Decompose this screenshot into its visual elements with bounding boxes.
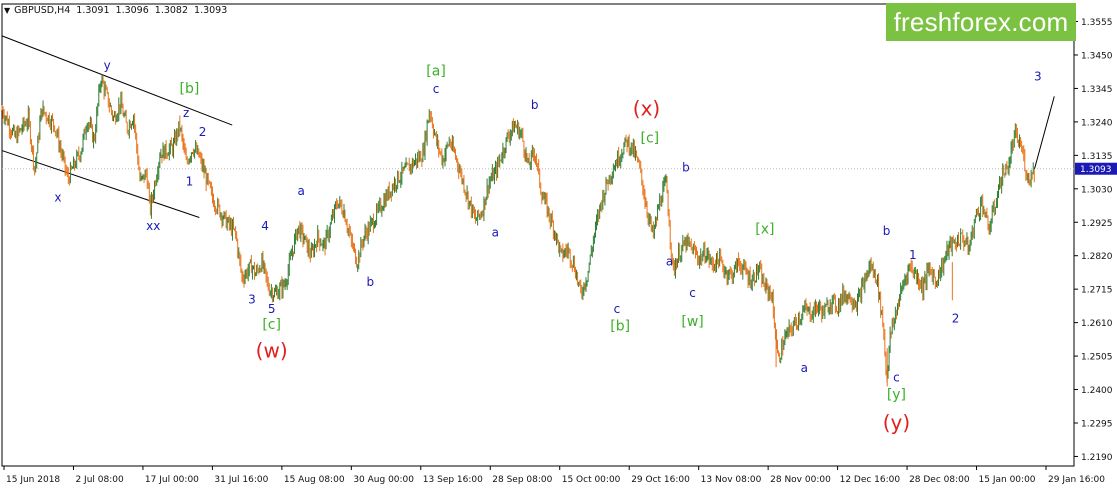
y-tick-label: 1.3345 <box>1081 85 1113 95</box>
wave-label: 5 <box>268 302 276 316</box>
wave-label: [c] <box>262 317 281 333</box>
wave-label: (w) <box>256 339 288 363</box>
wave-label: [w] <box>681 314 703 330</box>
y-tick-label: 1.2820 <box>1081 252 1113 262</box>
current-price-label: 1.3093 <box>1080 165 1112 175</box>
y-tick-label: 1.2715 <box>1081 286 1113 296</box>
wave-label: [b] <box>180 81 200 97</box>
dropdown-triangle-icon[interactable]: ▼ <box>4 6 10 15</box>
wave-label: c <box>433 82 440 96</box>
x-tick-label: 28 Sep 08:00 <box>492 475 552 485</box>
y-tick-label: 1.3240 <box>1081 118 1113 128</box>
y-tick-label: 1.2610 <box>1081 319 1113 329</box>
y-tick-label: 1.3135 <box>1081 152 1113 162</box>
open-value: 1.3091 <box>76 5 110 16</box>
wave-label: 1 <box>186 175 194 189</box>
y-tick-label: 1.2190 <box>1081 453 1113 463</box>
wave-label: x <box>54 191 61 205</box>
wave-label: (y) <box>883 410 910 434</box>
x-tick-label: 2 Jul 08:00 <box>75 475 124 485</box>
x-tick-label: 12 Dec 16:00 <box>840 475 901 485</box>
wave-label: 2 <box>199 125 207 139</box>
wave-label: 1 <box>909 248 917 262</box>
x-tick-label: 29 Oct 16:00 <box>631 475 690 485</box>
x-tick-label: 30 Aug 00:00 <box>353 475 414 485</box>
wave-label: 4 <box>261 219 269 233</box>
wave-label: [x] <box>755 221 774 237</box>
wave-label: b <box>531 98 539 112</box>
wave-label: c <box>689 286 696 300</box>
x-tick-label: 28 Dec 08:00 <box>909 475 970 485</box>
wave-label: [b] <box>610 319 630 335</box>
wave-label: 3 <box>248 293 256 307</box>
x-tick-label: 29 Jan 16:00 <box>1048 475 1105 485</box>
wave-label: a <box>298 184 305 198</box>
x-tick-label: 15 Jan 00:00 <box>979 475 1036 485</box>
wave-label: xx <box>146 219 160 233</box>
wave-label: b <box>366 275 374 289</box>
x-tick-label: 13 Nov 08:00 <box>701 475 762 485</box>
y-tick-label: 1.2925 <box>1081 219 1113 229</box>
y-tick-label: 1.2505 <box>1081 353 1113 363</box>
wave-label: a <box>801 361 808 375</box>
wave-label: b <box>883 224 891 238</box>
wave-label: [a] <box>426 64 446 80</box>
wave-label: c <box>614 302 621 316</box>
close-value: 1.3093 <box>194 5 228 16</box>
high-value: 1.3096 <box>115 5 149 16</box>
wave-label: 3 <box>1034 69 1042 83</box>
wave-label: 2 <box>952 312 960 326</box>
wave-label: [y] <box>887 387 906 403</box>
x-tick-label: 31 Jul 16:00 <box>214 475 268 485</box>
y-tick-label: 1.3555 <box>1081 18 1113 28</box>
wave-label: a <box>492 226 499 240</box>
x-tick-label: 17 Jul 00:00 <box>145 475 199 485</box>
wave-label: y <box>104 58 111 72</box>
y-tick-label: 1.2400 <box>1081 386 1113 396</box>
chart-header: ▼ GBPUSD,H4 1.3091 1.3096 1.3082 1.3093 <box>4 5 227 16</box>
wave-label: a <box>666 254 673 268</box>
y-tick-label: 1.3450 <box>1081 51 1113 61</box>
price-chart: yxxxz[b]21435[c](w)ab[a]cab (x)[c]bacc[b]… <box>1 3 1117 485</box>
wave-label: [c] <box>640 131 659 147</box>
x-tick-label: 13 Sep 16:00 <box>423 475 483 485</box>
low-value: 1.3082 <box>154 5 189 16</box>
x-tick-label: 15 Jun 2018 <box>6 475 60 485</box>
wave-label: (x) <box>633 97 660 121</box>
y-tick-label: 1.3030 <box>1081 185 1113 195</box>
plot-area <box>1 3 1075 467</box>
y-tick-label: 1.2295 <box>1081 419 1113 429</box>
symbol-label: GBPUSD,H4 <box>14 5 71 16</box>
wave-label: z <box>183 106 189 120</box>
x-tick-label: 15 Oct 00:00 <box>562 475 621 485</box>
x-tick-label: 15 Aug 08:00 <box>284 475 345 485</box>
wave-label: c <box>893 371 900 385</box>
wave-label: b <box>682 160 690 174</box>
x-tick-label: 28 Nov 00:00 <box>770 475 831 485</box>
freshforex-logo: freshforex.com <box>886 3 1076 41</box>
